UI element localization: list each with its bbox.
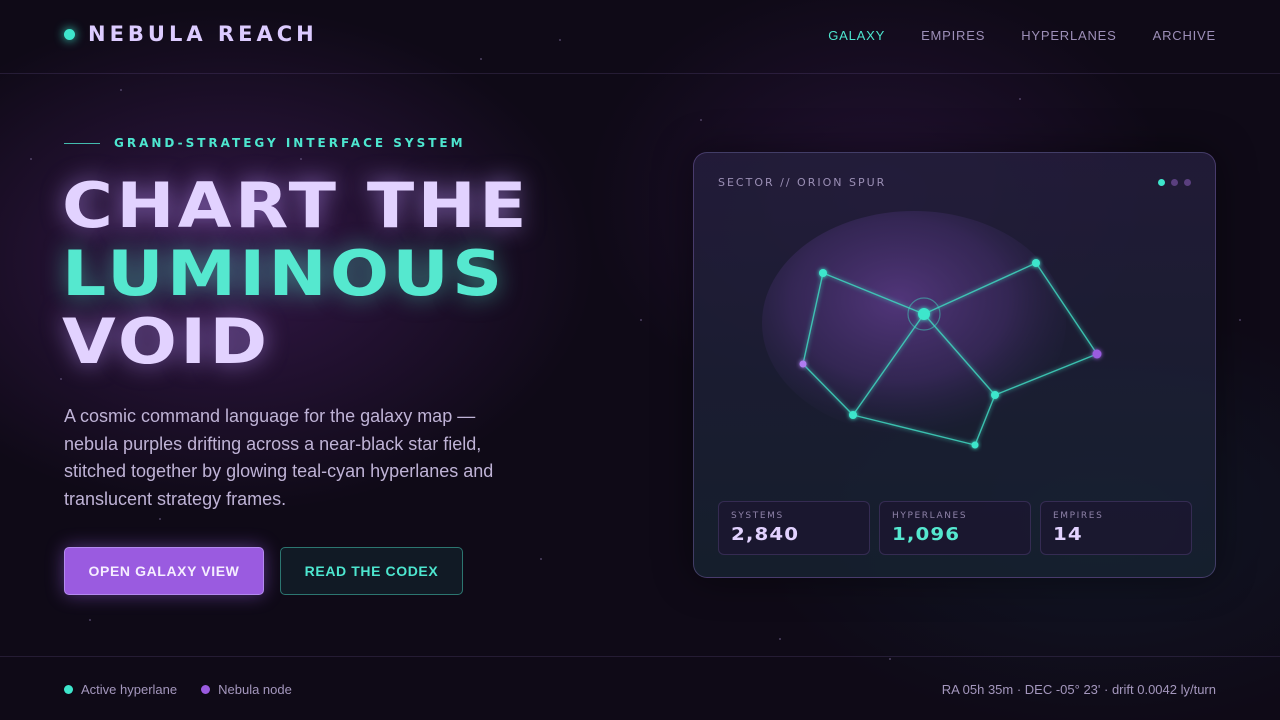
legend-item-active-hyperlane: Active hyperlane	[64, 682, 177, 697]
status-dot-icon	[1184, 179, 1191, 186]
stat-label: HYPERLANES	[892, 511, 968, 521]
capital-system-node[interactable]	[918, 308, 930, 320]
stat-value: 1,096	[892, 524, 961, 545]
status-dot-icon	[1158, 179, 1165, 186]
legend-label: Active hyperlane	[81, 682, 178, 697]
nav-item-empires[interactable]: EMPIRES	[921, 28, 985, 43]
star	[540, 558, 542, 560]
star	[30, 158, 32, 160]
page-title: CHART THE LUMINOUS VOID	[62, 172, 530, 376]
open-galaxy-view-button[interactable]: OPEN GALAXY VIEW	[64, 547, 264, 595]
system-node[interactable]	[819, 269, 827, 277]
stat-card-empires: EMPIRES 14	[1040, 501, 1192, 555]
legend-label: Nebula node	[218, 682, 292, 697]
teal-dot-icon	[64, 685, 73, 694]
nebula-node[interactable]	[1092, 349, 1102, 359]
coordinates-readout: RA 05h 35m · DEC -05° 23' · drift 0.0042…	[941, 682, 1216, 697]
headline-line-3: VOID	[62, 305, 271, 378]
stat-label: SYSTEMS	[731, 511, 784, 521]
system-node[interactable]	[971, 441, 979, 449]
sector-stats: SYSTEMS 2,840 HYPERLANES 1,096 EMPIRES 1…	[718, 501, 1192, 555]
nav-item-hyperlanes[interactable]: HYPERLANES	[1021, 28, 1116, 43]
nebula-cloud	[762, 211, 1066, 435]
headline-line-2: LUMINOUS	[62, 237, 506, 310]
eyebrow: GRAND-STRATEGY INTERFACE SYSTEM	[64, 136, 466, 150]
nebula-node[interactable]	[799, 360, 807, 368]
system-node[interactable]	[849, 411, 857, 419]
eyebrow-text: GRAND-STRATEGY INTERFACE SYSTEM	[114, 136, 466, 150]
star	[779, 638, 781, 640]
read-the-codex-button[interactable]: READ THE CODEX	[280, 547, 463, 595]
stat-card-hyperlanes: HYPERLANES 1,096	[879, 501, 1031, 555]
panel-title: SECTOR // ORION SPUR	[718, 176, 887, 189]
star	[640, 319, 642, 321]
stat-value: 2,840	[731, 524, 800, 545]
top-bar: NEBULA REACH GALAXY EMPIRES HYPERLANES A…	[0, 0, 1280, 74]
panel-window-dots	[1158, 179, 1191, 186]
star	[159, 518, 161, 520]
brand-dot-icon	[64, 28, 75, 40]
map-legend: Active hyperlane Nebula node	[64, 682, 292, 697]
star	[300, 158, 302, 160]
sector-map-panel: SECTOR // ORION SPUR SYSTEMS 2,840 HYPER…	[693, 152, 1216, 578]
nav-item-archive[interactable]: ARCHIVE	[1153, 28, 1216, 43]
brand-name: NEBULA REACH	[88, 22, 318, 46]
star	[1239, 319, 1241, 321]
status-dot-icon	[1171, 179, 1178, 186]
nav-item-galaxy[interactable]: GALAXY	[828, 28, 885, 43]
system-node[interactable]	[1032, 259, 1040, 267]
star	[700, 119, 702, 121]
stat-label: EMPIRES	[1053, 511, 1104, 521]
footer-bar: Active hyperlane Nebula node RA 05h 35m …	[0, 656, 1280, 720]
headline-line-1: CHART THE	[62, 169, 530, 242]
star	[89, 619, 91, 621]
purple-dot-icon	[201, 685, 211, 694]
stat-card-systems: SYSTEMS 2,840	[718, 501, 870, 555]
main-nav: GALAXY EMPIRES HYPERLANES ARCHIVE	[828, 28, 1216, 43]
hero-description: A cosmic command language for the galaxy…	[64, 406, 494, 509]
eyebrow-line	[64, 142, 100, 144]
brand[interactable]: NEBULA REACH	[64, 22, 318, 46]
star	[120, 89, 122, 91]
system-node[interactable]	[991, 391, 999, 399]
star	[1019, 98, 1021, 100]
star	[60, 378, 62, 380]
legend-item-nebula-node: Nebula node	[201, 682, 292, 697]
stat-value: 14	[1053, 524, 1083, 545]
